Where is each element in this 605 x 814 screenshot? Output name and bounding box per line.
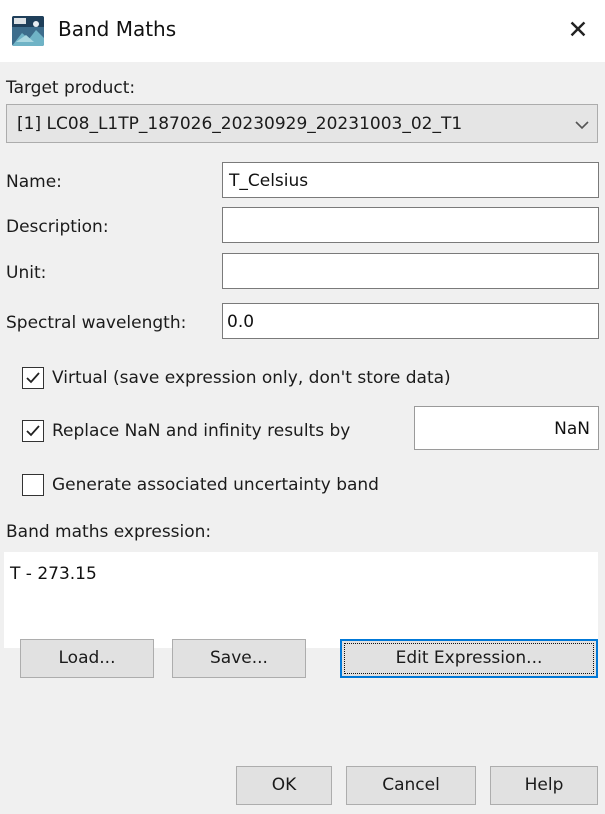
virtual-label[interactable]: Virtual (save expression only, don't sto… [52, 368, 451, 388]
cancel-button-label: Cancel [382, 775, 440, 795]
replace-nan-value-field[interactable]: NaN [414, 406, 599, 450]
wavelength-value: 0.0 [227, 312, 255, 332]
title-bar: Band Maths ✕ [0, 0, 605, 62]
replace-nan-label[interactable]: Replace NaN and infinity results by [52, 421, 350, 441]
snap-app-icon [12, 16, 44, 46]
load-button-label: Load... [58, 648, 116, 668]
name-label: Name: [6, 172, 62, 192]
chevron-down-icon [575, 121, 589, 130]
uncertainty-label[interactable]: Generate associated uncertainty band [52, 475, 379, 495]
checkmark-icon [26, 425, 40, 437]
help-button[interactable]: Help [490, 766, 598, 805]
name-value: T_Celsius [229, 171, 309, 191]
replace-nan-checkbox[interactable] [22, 420, 44, 442]
edit-expression-button[interactable]: Edit Expression... [340, 639, 598, 678]
uncertainty-checkbox[interactable] [22, 474, 44, 496]
save-button-label: Save... [210, 648, 268, 668]
description-label: Description: [6, 217, 109, 237]
target-product-dropdown[interactable]: [1] LC08_L1TP_187026_20230929_20231003_0… [6, 104, 598, 143]
expression-textarea[interactable]: T - 273.15 [4, 552, 598, 648]
virtual-checkbox[interactable] [22, 367, 44, 389]
expression-label: Band maths expression: [6, 522, 212, 542]
window-title: Band Maths [58, 17, 177, 41]
cancel-button[interactable]: Cancel [346, 766, 476, 805]
close-icon[interactable]: ✕ [564, 14, 592, 46]
unit-field[interactable] [222, 253, 599, 289]
target-product-label: Target product: [6, 78, 136, 98]
ok-button-label: OK [271, 775, 297, 795]
save-button[interactable]: Save... [172, 639, 306, 678]
dialog-content: Target product: [1] LC08_L1TP_187026_202… [0, 62, 605, 814]
checkmark-icon [26, 372, 40, 384]
focus-ring [344, 643, 594, 674]
ok-button[interactable]: OK [236, 766, 332, 805]
description-field[interactable] [222, 207, 599, 243]
expression-value: T - 273.15 [10, 564, 97, 584]
replace-nan-value: NaN [554, 419, 590, 439]
unit-label: Unit: [6, 263, 47, 283]
help-button-label: Help [524, 775, 564, 795]
wavelength-label: Spectral wavelength: [6, 313, 187, 333]
target-product-value: [1] LC08_L1TP_187026_20230929_20231003_0… [17, 114, 463, 134]
wavelength-field[interactable]: 0.0 [222, 303, 599, 339]
name-field[interactable]: T_Celsius [222, 162, 599, 198]
load-button[interactable]: Load... [20, 639, 154, 678]
